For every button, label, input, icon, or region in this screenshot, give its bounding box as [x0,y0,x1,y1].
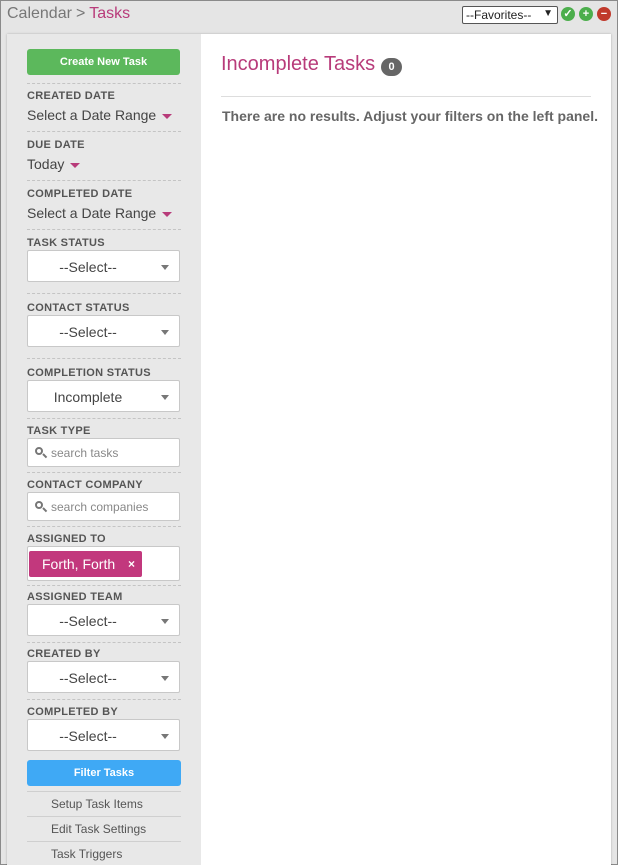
divider [27,526,181,527]
divider [27,472,181,473]
page-title: Incomplete Tasks [221,53,376,75]
favorites-select[interactable]: --Favorites-- ▼ [462,6,558,24]
contact-company-search[interactable]: search companies [27,492,180,521]
task-status-select[interactable]: --Select-- [27,250,180,282]
due-date-label: DUE DATE [27,139,85,151]
divider [27,791,181,792]
divider [27,293,181,294]
contact-company-placeholder: search companies [51,500,149,514]
chevron-down-icon [161,619,169,624]
created-date-label: CREATED DATE [27,90,116,102]
completion-status-label: COMPLETION STATUS [27,367,151,379]
task-type-search[interactable]: search tasks [27,438,180,467]
divider [27,358,181,359]
task-status-label: TASK STATUS [27,237,105,249]
plus-icon[interactable]: + [579,7,593,21]
chevron-down-icon [161,265,169,270]
task-triggers-link[interactable]: Task Triggers [51,847,122,861]
completed-date-value: Select a Date Range [27,205,157,221]
assigned-to-label: ASSIGNED TO [27,533,106,545]
divider [27,83,181,84]
completed-by-label: COMPLETED BY [27,706,118,718]
divider [27,418,181,419]
assigned-user-chip: Forth, Forth × [29,551,142,577]
breadcrumb-separator: > [75,5,86,22]
search-icon [35,447,48,459]
caret-down-icon [162,211,173,217]
chevron-down-icon [161,330,169,335]
header-bar: Calendar > Tasks --Favorites-- ▼ ✓ + − [1,1,617,31]
task-type-placeholder: search tasks [51,446,119,460]
check-icon[interactable]: ✓ [561,7,575,21]
created-by-value: --Select-- [59,670,117,686]
contact-status-select[interactable]: --Select-- [27,315,180,347]
chip-remove-icon[interactable]: × [128,551,135,577]
filter-sidebar: Create New Task CREATED DATE Select a Da… [7,34,201,865]
divider [221,96,591,97]
completed-date-dropdown[interactable]: Select a Date Range [27,205,173,221]
assigned-team-select[interactable]: --Select-- [27,604,180,636]
caret-down-icon [70,162,81,168]
created-by-select[interactable]: --Select-- [27,661,180,693]
chevron-down-icon [161,734,169,739]
assigned-to-multiselect[interactable]: Forth, Forth × [27,546,180,581]
divider [27,585,181,586]
app-frame: Calendar > Tasks --Favorites-- ▼ ✓ + − Cre… [0,0,618,865]
task-status-value: --Select-- [59,259,117,275]
completed-by-value: --Select-- [59,728,117,744]
due-date-value: Today [27,156,65,172]
chevron-down-icon: ▼ [543,8,553,19]
tasks-panel: Create New Task CREATED DATE Select a Da… [7,34,611,865]
contact-status-value: --Select-- [59,324,117,340]
created-date-value: Select a Date Range [27,107,157,123]
filter-tasks-button[interactable]: Filter Tasks [27,760,181,786]
tasks-main: Incomplete Tasks 0 There are no results.… [201,34,611,865]
divider [27,816,181,817]
divider [27,180,181,181]
setup-task-items-link[interactable]: Setup Task Items [51,797,143,811]
create-task-button[interactable]: Create New Task [27,49,180,75]
divider [27,642,181,643]
breadcrumb-calendar[interactable]: Calendar [7,5,72,22]
breadcrumb: Calendar > Tasks [7,5,130,23]
completed-by-select[interactable]: --Select-- [27,719,180,751]
edit-task-settings-link[interactable]: Edit Task Settings [51,822,146,836]
task-type-label: TASK TYPE [27,425,91,437]
chevron-down-icon [161,676,169,681]
divider [27,699,181,700]
created-by-label: CREATED BY [27,648,101,660]
chevron-down-icon [161,395,169,400]
contact-status-label: CONTACT STATUS [27,302,130,314]
due-date-dropdown[interactable]: Today [27,156,81,172]
no-results-message: There are no results. Adjust your filter… [222,108,598,124]
minus-icon[interactable]: − [597,7,611,21]
favorites-value: --Favorites-- [466,8,532,22]
contact-company-label: CONTACT COMPANY [27,479,143,491]
completion-status-select[interactable]: Incomplete [27,380,180,412]
divider [27,131,181,132]
divider [27,841,181,842]
divider [27,229,181,230]
count-badge: 0 [381,58,402,76]
breadcrumb-tasks: Tasks [89,5,131,22]
caret-down-icon [162,113,173,119]
created-date-dropdown[interactable]: Select a Date Range [27,107,173,123]
assigned-team-label: ASSIGNED TEAM [27,591,123,603]
search-icon [35,501,48,513]
completed-date-label: COMPLETED DATE [27,188,133,200]
assigned-team-value: --Select-- [59,613,117,629]
chip-label: Forth, Forth [42,556,116,572]
completion-status-value: Incomplete [53,389,123,405]
